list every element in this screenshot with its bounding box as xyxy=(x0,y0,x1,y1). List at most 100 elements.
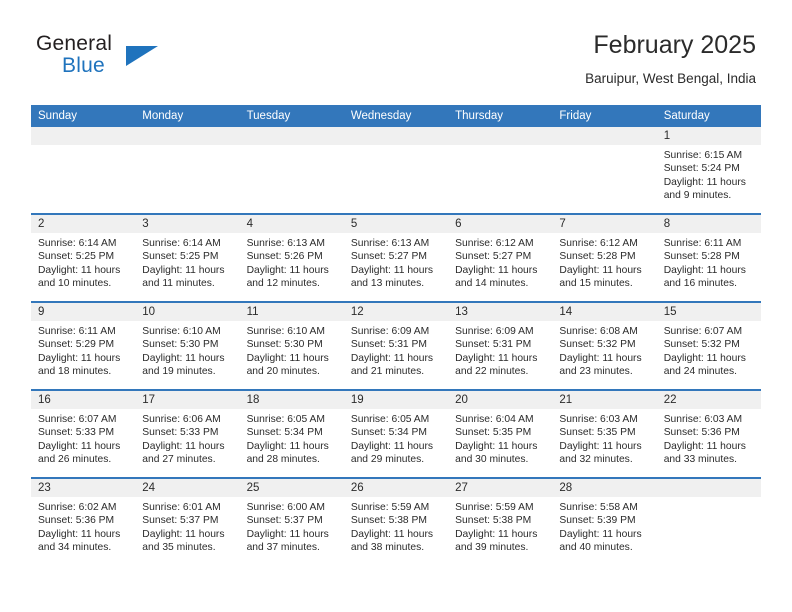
calendar-day-cell[interactable]: 24 Sunrise: 6:01 AM Sunset: 5:37 PM Dayligh… xyxy=(135,477,240,565)
sunset-text: Sunset: 5:34 PM xyxy=(350,427,427,439)
sunrise-text: Sunrise: 6:07 AM xyxy=(38,414,117,425)
day-cell-inner: 13 Sunrise: 6:09 AM Sunset: 5:31 PM Dayligh… xyxy=(448,303,553,389)
day-cell-inner xyxy=(343,127,449,213)
day-number: 6 xyxy=(448,215,553,233)
weekday-header-wednesday: Wednesday xyxy=(343,105,449,127)
sunrise-text: Sunrise: 6:05 AM xyxy=(350,414,430,425)
calendar-day-cell[interactable]: 4 Sunrise: 6:13 AM Sunset: 5:26 PM Daylight… xyxy=(239,213,344,302)
day-cell-inner: 12 Sunrise: 6:09 AM Sunset: 5:31 PM Dayligh… xyxy=(343,303,449,389)
day-details: Sunrise: 6:06 AM Sunset: 5:33 PM Daylight:… xyxy=(135,409,239,467)
day-number: 13 xyxy=(448,303,553,321)
day-details: Sunrise: 5:58 AM Sunset: 5:39 PM Daylight:… xyxy=(552,497,656,555)
day-cell-inner: 23 Sunrise: 6:02 AM Sunset: 5:36 PM Dayligh… xyxy=(31,479,136,565)
day-details: Sunrise: 6:12 AM Sunset: 5:28 PM Daylight:… xyxy=(552,233,656,291)
daylight-text: Daylight: 11 hours and 21 minutes. xyxy=(350,352,434,378)
calendar-day-cell[interactable]: 19 Sunrise: 6:05 AM Sunset: 5:34 PM Dayligh… xyxy=(343,389,449,478)
daylight-text: Daylight: 11 hours and 14 minutes. xyxy=(455,264,538,290)
sunrise-text: Sunrise: 6:14 AM xyxy=(38,238,117,249)
daylight-text: Daylight: 11 hours and 19 minutes. xyxy=(142,352,225,378)
weekday-header-saturday: Saturday xyxy=(656,105,761,127)
daylight-text: Daylight: 11 hours and 35 minutes. xyxy=(142,528,225,554)
daylight-text: Daylight: 11 hours and 29 minutes. xyxy=(350,440,434,466)
day-cell-inner: 15 Sunrise: 6:07 AM Sunset: 5:32 PM Dayligh… xyxy=(656,303,761,389)
daylight-text: Daylight: 11 hours and 18 minutes. xyxy=(38,352,121,378)
day-number xyxy=(656,479,761,497)
sunrise-text: Sunrise: 5:59 AM xyxy=(350,502,430,513)
calendar-day-cell[interactable]: 1 Sunrise: 6:15 AM Sunset: 5:24 PM Daylight… xyxy=(656,127,761,214)
daylight-text: Daylight: 11 hours and 24 minutes. xyxy=(663,352,746,378)
sunrise-text: Sunrise: 6:09 AM xyxy=(350,326,430,337)
calendar-day-cell[interactable]: 27 Sunrise: 5:59 AM Sunset: 5:38 PM Dayligh… xyxy=(448,477,553,565)
sunset-text: Sunset: 5:32 PM xyxy=(559,339,636,351)
sunset-text: Sunset: 5:36 PM xyxy=(38,515,115,527)
calendar-week-row: 16 Sunrise: 6:07 AM Sunset: 5:33 PM Dayligh… xyxy=(31,389,761,478)
day-cell-inner: 17 Sunrise: 6:06 AM Sunset: 5:33 PM Dayligh… xyxy=(135,391,240,477)
calendar-day-cell[interactable]: 21 Sunrise: 6:03 AM Sunset: 5:35 PM Dayligh… xyxy=(552,389,657,478)
calendar-day-cell[interactable]: 9 Sunrise: 6:11 AM Sunset: 5:29 PM Daylight… xyxy=(31,301,136,390)
calendar-day-cell[interactable]: 28 Sunrise: 5:58 AM Sunset: 5:39 PM Dayligh… xyxy=(552,477,657,565)
calendar-day-cell xyxy=(343,127,449,214)
sunset-text: Sunset: 5:26 PM xyxy=(246,251,323,263)
sunset-text: Sunset: 5:39 PM xyxy=(559,515,636,527)
calendar-day-cell[interactable]: 16 Sunrise: 6:07 AM Sunset: 5:33 PM Dayligh… xyxy=(31,389,136,478)
brand-logo[interactable]: General Blue xyxy=(36,32,256,92)
sunrise-text: Sunrise: 6:06 AM xyxy=(142,414,221,425)
day-details: Sunrise: 6:03 AM Sunset: 5:36 PM Daylight:… xyxy=(657,409,761,467)
day-cell-inner: 5 Sunrise: 6:13 AM Sunset: 5:27 PM Daylight… xyxy=(343,215,449,301)
daylight-text: Daylight: 11 hours and 39 minutes. xyxy=(455,528,538,554)
weekday-header-tuesday: Tuesday xyxy=(239,105,344,127)
daylight-text: Daylight: 11 hours and 9 minutes. xyxy=(663,176,746,202)
day-cell-inner: 24 Sunrise: 6:01 AM Sunset: 5:37 PM Dayligh… xyxy=(135,479,240,565)
calendar-day-cell[interactable]: 15 Sunrise: 6:07 AM Sunset: 5:32 PM Dayligh… xyxy=(656,301,761,390)
calendar-day-cell[interactable]: 17 Sunrise: 6:06 AM Sunset: 5:33 PM Dayligh… xyxy=(135,389,240,478)
sunrise-text: Sunrise: 6:11 AM xyxy=(663,238,742,249)
day-number: 23 xyxy=(31,479,136,497)
calendar-day-cell[interactable]: 6 Sunrise: 6:12 AM Sunset: 5:27 PM Daylight… xyxy=(448,213,553,302)
calendar-day-cell[interactable]: 2 Sunrise: 6:14 AM Sunset: 5:25 PM Daylight… xyxy=(31,213,136,302)
calendar-day-cell[interactable]: 10 Sunrise: 6:10 AM Sunset: 5:30 PM Dayligh… xyxy=(135,301,240,390)
calendar-day-cell[interactable]: 14 Sunrise: 6:08 AM Sunset: 5:32 PM Dayligh… xyxy=(552,301,657,390)
day-cell-inner: 3 Sunrise: 6:14 AM Sunset: 5:25 PM Daylight… xyxy=(135,215,240,301)
calendar-day-cell[interactable]: 22 Sunrise: 6:03 AM Sunset: 5:36 PM Dayligh… xyxy=(656,389,761,478)
daylight-text: Daylight: 11 hours and 26 minutes. xyxy=(38,440,121,466)
sunset-text: Sunset: 5:27 PM xyxy=(455,251,532,263)
day-number: 22 xyxy=(656,391,761,409)
daylight-text: Daylight: 11 hours and 34 minutes. xyxy=(38,528,121,554)
day-details: Sunrise: 6:15 AM Sunset: 5:24 PM Daylight:… xyxy=(657,145,761,203)
calendar-day-cell[interactable]: 18 Sunrise: 6:05 AM Sunset: 5:34 PM Dayligh… xyxy=(239,389,344,478)
calendar-day-cell[interactable]: 25 Sunrise: 6:00 AM Sunset: 5:37 PM Dayligh… xyxy=(239,477,344,565)
calendar-day-cell[interactable]: 20 Sunrise: 6:04 AM Sunset: 5:35 PM Dayligh… xyxy=(448,389,553,478)
calendar-day-cell[interactable]: 13 Sunrise: 6:09 AM Sunset: 5:31 PM Dayligh… xyxy=(448,301,553,390)
calendar-day-cell[interactable]: 8 Sunrise: 6:11 AM Sunset: 5:28 PM Daylight… xyxy=(656,213,761,302)
day-number: 2 xyxy=(31,215,136,233)
daylight-text: Daylight: 11 hours and 23 minutes. xyxy=(559,352,642,378)
day-number xyxy=(343,127,449,145)
sunset-text: Sunset: 5:35 PM xyxy=(455,427,532,439)
sunset-text: Sunset: 5:28 PM xyxy=(663,251,740,263)
daylight-text: Daylight: 11 hours and 28 minutes. xyxy=(246,440,329,466)
calendar-day-cell[interactable]: 5 Sunrise: 6:13 AM Sunset: 5:27 PM Daylight… xyxy=(343,213,449,302)
calendar-day-cell[interactable]: 11 Sunrise: 6:10 AM Sunset: 5:30 PM Dayligh… xyxy=(239,301,344,390)
day-cell-inner: 16 Sunrise: 6:07 AM Sunset: 5:33 PM Dayligh… xyxy=(31,391,136,477)
weekday-header-friday: Friday xyxy=(552,105,657,127)
day-cell-inner: 26 Sunrise: 5:59 AM Sunset: 5:38 PM Dayligh… xyxy=(343,479,449,565)
calendar-day-cell[interactable]: 26 Sunrise: 5:59 AM Sunset: 5:38 PM Dayligh… xyxy=(343,477,449,565)
calendar-day-cell[interactable]: 7 Sunrise: 6:12 AM Sunset: 5:28 PM Daylight… xyxy=(552,213,657,302)
weekday-header-thursday: Thursday xyxy=(448,105,553,127)
calendar-day-cell[interactable]: 3 Sunrise: 6:14 AM Sunset: 5:25 PM Daylight… xyxy=(135,213,240,302)
daylight-text: Daylight: 11 hours and 40 minutes. xyxy=(559,528,642,554)
sunset-text: Sunset: 5:33 PM xyxy=(38,427,115,439)
calendar-day-cell[interactable]: 12 Sunrise: 6:09 AM Sunset: 5:31 PM Dayligh… xyxy=(343,301,449,390)
page-header: General Blue February 2025 Baruipur, Wes… xyxy=(36,30,756,102)
daylight-text: Daylight: 11 hours and 33 minutes. xyxy=(663,440,746,466)
day-number: 17 xyxy=(135,391,240,409)
day-number: 26 xyxy=(343,479,449,497)
day-cell-inner xyxy=(552,127,657,213)
day-number xyxy=(448,127,553,145)
calendar-week-row: 2 Sunrise: 6:14 AM Sunset: 5:25 PM Daylight… xyxy=(31,213,761,302)
sunset-text: Sunset: 5:31 PM xyxy=(455,339,532,351)
calendar-day-cell[interactable]: 23 Sunrise: 6:02 AM Sunset: 5:36 PM Dayligh… xyxy=(31,477,136,565)
day-number: 3 xyxy=(135,215,240,233)
day-details: Sunrise: 6:02 AM Sunset: 5:36 PM Daylight:… xyxy=(31,497,135,555)
day-details: Sunrise: 6:04 AM Sunset: 5:35 PM Daylight:… xyxy=(448,409,552,467)
